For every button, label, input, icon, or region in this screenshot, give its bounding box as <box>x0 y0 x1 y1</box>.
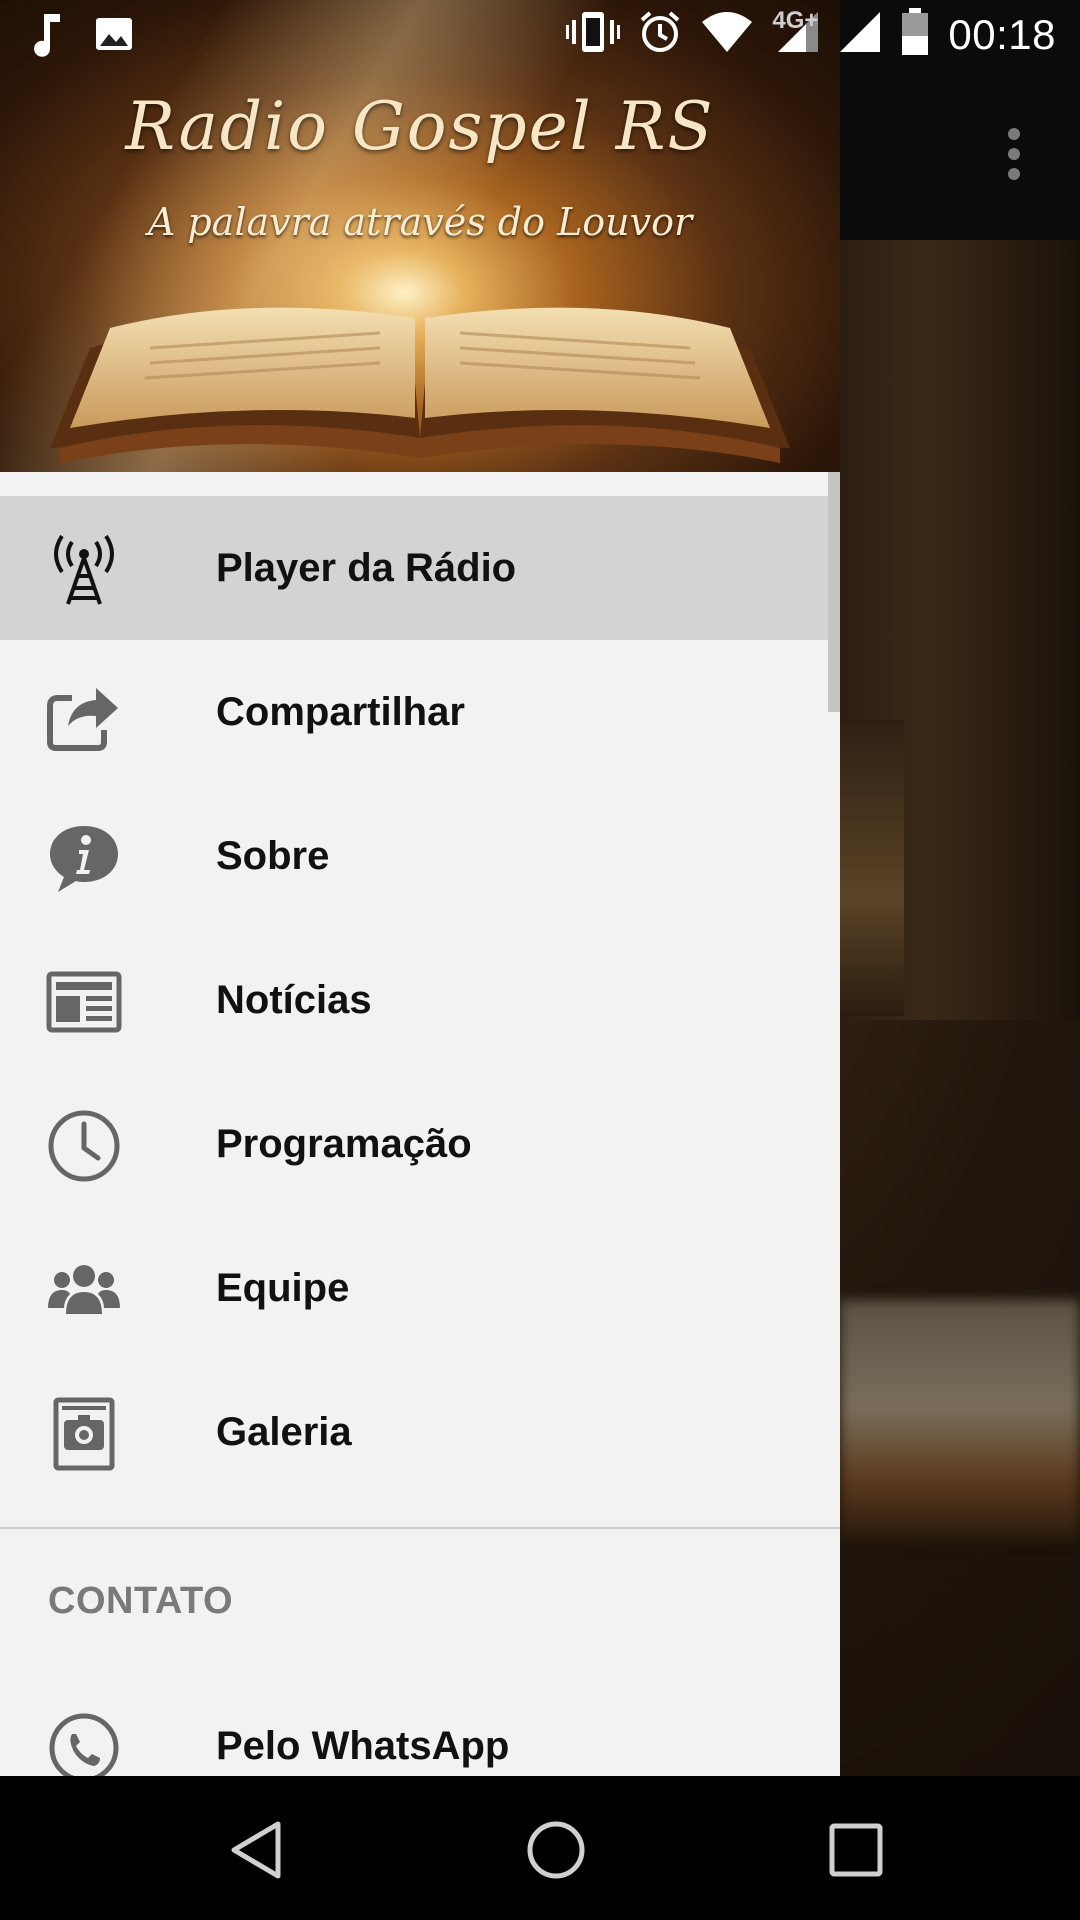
section-divider <box>0 1527 840 1529</box>
home-icon <box>524 1818 588 1887</box>
newspaper-icon <box>46 964 122 1040</box>
drawer-scrollbar[interactable] <box>828 472 840 712</box>
gallery-icon <box>46 1396 122 1472</box>
navigation-bar <box>0 1776 1080 1920</box>
menu-item-label: Equipe <box>216 1265 350 1310</box>
menu-item-sobre[interactable]: Sobre <box>0 784 840 928</box>
signal-icon <box>838 10 882 59</box>
wifi-icon <box>700 10 754 59</box>
status-bar: 4G+ 00:18 <box>0 0 1080 72</box>
section-header-contato: CONTATO <box>48 1580 234 1622</box>
whatsapp-icon <box>46 1710 122 1776</box>
recents-icon <box>828 1822 884 1883</box>
image-icon <box>94 14 134 59</box>
menu-item-pelo-whatsapp[interactable]: Pelo WhatsApp <box>0 1674 840 1776</box>
open-book-image <box>50 307 790 463</box>
radio-tower-icon <box>46 532 122 608</box>
menu-item-noticias[interactable]: Notícias <box>0 928 840 1072</box>
drawer-menu: Player da Rádio Compartilhar Sobre Notíc… <box>0 496 840 1504</box>
header-subtitle: A palavra através do Louvor <box>147 200 693 244</box>
team-icon <box>46 1252 122 1328</box>
menu-item-equipe[interactable]: Equipe <box>0 1216 840 1360</box>
share-icon <box>46 676 122 752</box>
clock-icon <box>46 1108 122 1184</box>
header-title: Radio Gospel RS <box>125 88 715 165</box>
back-icon <box>226 1818 286 1887</box>
info-icon <box>46 820 122 896</box>
menu-item-galeria[interactable]: Galeria <box>0 1360 840 1504</box>
menu-item-label: Sobre <box>216 833 330 878</box>
menu-item-label: Player da Rádio <box>216 545 517 590</box>
menu-item-label: Compartilhar <box>216 689 465 734</box>
music-note-icon <box>30 10 66 63</box>
recents-button[interactable] <box>816 1812 896 1892</box>
home-button[interactable] <box>516 1812 596 1892</box>
back-button[interactable] <box>216 1812 296 1892</box>
menu-item-compartilhar[interactable]: Compartilhar <box>0 640 840 784</box>
alarm-icon <box>638 10 682 59</box>
clock: 00:18 <box>948 10 1056 58</box>
battery-icon <box>900 8 930 61</box>
background-book-image <box>840 1300 1080 1540</box>
menu-item-programacao[interactable]: Programação <box>0 1072 840 1216</box>
overflow-menu-button[interactable] <box>990 128 1038 184</box>
network-type-label: 4G+ <box>772 6 819 34</box>
menu-item-label: Programação <box>216 1121 472 1166</box>
menu-item-label: Pelo WhatsApp <box>216 1724 510 1768</box>
menu-item-player-da-radio[interactable]: Player da Rádio <box>0 496 840 640</box>
vibrate-icon <box>566 10 621 59</box>
navigation-drawer: Radio Gospel RS A palavra através do Lou… <box>0 0 840 1776</box>
menu-item-label: Galeria <box>216 1409 352 1454</box>
background-image-detail <box>840 720 904 1016</box>
menu-item-label: Notícias <box>216 977 372 1022</box>
